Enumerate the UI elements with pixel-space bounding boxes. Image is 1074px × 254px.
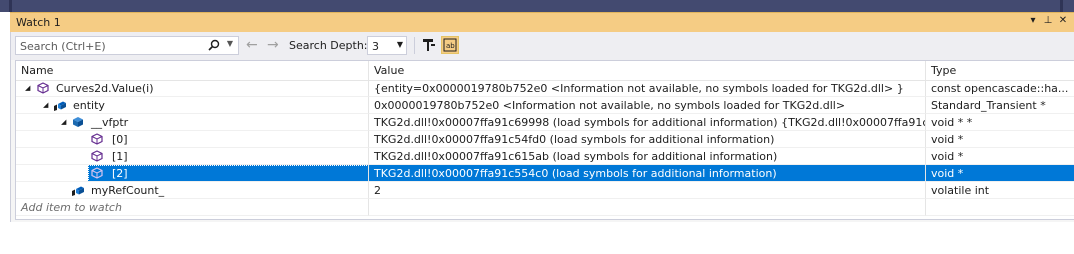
chevron-down-icon: ▼ — [396, 40, 403, 49]
row-name: [1] — [112, 150, 128, 163]
row-type: void * — [931, 167, 964, 180]
table-row[interactable]: ◢ entity 0x0000019780b752e0 <Information… — [16, 97, 1074, 114]
search-previous-icon[interactable]: ← — [246, 37, 258, 53]
row-type: void * — [931, 133, 964, 146]
table-row[interactable]: ◢ __vfptr TKG2d.dll!0x00007ffa91c69998 (… — [16, 114, 1074, 131]
row-value[interactable]: TKG2d.dll!0x00007ffa91c554c0 (load symbo… — [374, 167, 777, 180]
row-value[interactable]: 2 — [374, 184, 381, 197]
expand-triangle-icon[interactable]: ◢ — [25, 84, 30, 92]
row-value[interactable]: {entity=0x0000019780b752e0 <Information … — [374, 82, 904, 95]
hex-display-icon: ab — [443, 38, 457, 52]
table-row[interactable]: [1] TKG2d.dll!0x00007ffa91c615ab (load s… — [16, 148, 1074, 165]
column-header-value[interactable]: Value — [369, 61, 926, 80]
element-icon — [91, 150, 103, 162]
table-row[interactable]: ◢ Curves2d.Value(i) {entity=0x0000019780… — [16, 80, 1074, 97]
protected-field-icon — [54, 99, 66, 111]
search-depth-select[interactable]: 3 ▼ — [367, 36, 407, 55]
row-type: void * * — [931, 116, 973, 129]
pin-column-icon — [423, 39, 435, 51]
watch-window: Search (Ctrl+E) ▼ ← → Search Depth: 3 ▼ … — [10, 32, 1074, 222]
add-item-row[interactable]: Add item to watch — [16, 199, 1074, 216]
column-header-name[interactable]: Name — [16, 61, 369, 80]
column-header-type[interactable]: Type — [926, 61, 1074, 80]
row-value[interactable]: 0x0000019780b752e0 <Information not avai… — [374, 99, 845, 112]
protected-field-icon — [72, 184, 84, 196]
row-name: [0] — [112, 133, 128, 146]
watch-toolbar: Search (Ctrl+E) ▼ ← → Search Depth: 3 ▼ … — [11, 32, 1074, 60]
search-placeholder: Search (Ctrl+E) — [20, 40, 106, 53]
row-type: Standard_Transient * — [931, 99, 1046, 112]
pin-icon[interactable]: ⊥ — [1041, 15, 1055, 26]
search-options-dropdown-icon[interactable]: ▼ — [227, 39, 233, 48]
row-type: volatile int — [931, 184, 990, 197]
table-row[interactable]: [0] TKG2d.dll!0x00007ffa91c54fd0 (load s… — [16, 131, 1074, 148]
element-icon — [91, 167, 103, 179]
window-position-dropdown-icon[interactable]: ▾ — [1026, 15, 1040, 26]
field-icon — [72, 116, 84, 128]
search-icon[interactable] — [208, 39, 220, 54]
row-type: void * — [931, 150, 964, 163]
row-value[interactable]: TKG2d.dll!0x00007ffa91c615ab (load symbo… — [374, 150, 777, 163]
add-item-placeholder[interactable]: Add item to watch — [21, 201, 122, 214]
tool-window-title-bar[interactable]: Watch 1 ▾ ⊥ ✕ — [10, 12, 1074, 32]
row-value[interactable]: TKG2d.dll!0x00007ffa91c54fd0 (load symbo… — [374, 133, 774, 146]
selection-highlight — [88, 165, 368, 181]
row-value[interactable]: TKG2d.dll!0x00007ffa91c69998 (load symbo… — [374, 116, 925, 129]
expand-triangle-icon[interactable]: ◢ — [61, 118, 66, 126]
search-depth-label: Search Depth: — [289, 39, 368, 52]
row-name: Curves2d.Value(i) — [56, 82, 154, 95]
search-next-icon[interactable]: → — [267, 37, 279, 53]
row-name: entity — [73, 99, 105, 112]
row-name: [2] — [112, 167, 128, 180]
grid-header: Name Value Type — [16, 61, 1074, 81]
search-depth-value: 3 — [372, 40, 379, 53]
top-band — [0, 0, 1074, 12]
close-icon[interactable]: ✕ — [1056, 15, 1070, 26]
expand-triangle-icon[interactable]: ◢ — [43, 101, 48, 109]
svg-text:ab: ab — [446, 42, 455, 50]
table-row-selected[interactable]: [2] TKG2d.dll!0x00007ffa91c554c0 (load s… — [16, 165, 1074, 182]
window-title: Watch 1 — [16, 16, 61, 29]
row-type: const opencascade::ha... — [931, 82, 1069, 95]
row-name: __vfptr — [91, 116, 129, 129]
table-row[interactable]: myRefCount_ 2 volatile int — [16, 182, 1074, 199]
search-input[interactable]: Search (Ctrl+E) ▼ — [15, 36, 239, 55]
watch-grid: Name Value Type ◢ Curves2d.Value(i) {ent… — [15, 60, 1074, 220]
method-icon — [37, 82, 49, 94]
pin-to-source-button[interactable] — [420, 36, 438, 54]
element-icon — [91, 133, 103, 145]
row-name: myRefCount_ — [91, 184, 165, 197]
toolbar-separator — [414, 37, 415, 54]
view-hex-button[interactable]: ab — [441, 36, 459, 54]
